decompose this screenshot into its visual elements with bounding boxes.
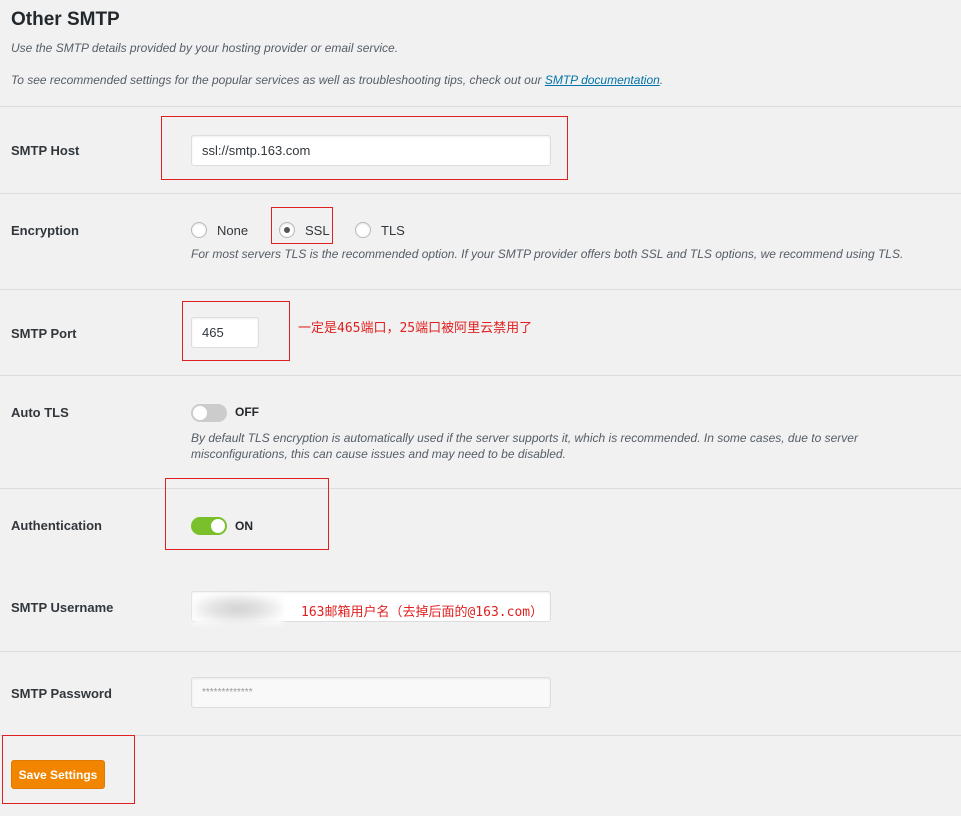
- radio-tls[interactable]: [355, 222, 371, 238]
- encryption-label: Encryption: [11, 223, 79, 238]
- divider: [0, 193, 961, 194]
- auto-tls-state: OFF: [235, 405, 259, 419]
- toggle-knob: [193, 406, 207, 420]
- encryption-hint: For most servers TLS is the recommended …: [191, 247, 904, 261]
- port-annotation: 一定是465端口，25端口被阿里云禁用了: [298, 321, 533, 336]
- auto-tls-label: Auto TLS: [11, 405, 69, 420]
- encryption-option-ssl[interactable]: SSL: [279, 222, 330, 238]
- username-annotation: 163邮箱用户名（去掉后面的@163.com）: [301, 605, 544, 620]
- smtp-host-label: SMTP Host: [11, 143, 80, 158]
- smtp-documentation-link[interactable]: SMTP documentation: [545, 73, 660, 87]
- smtp-password-input[interactable]: *************: [191, 677, 551, 708]
- authentication-toggle[interactable]: [191, 517, 227, 535]
- smtp-username-label: SMTP Username: [11, 600, 114, 615]
- divider: [0, 651, 961, 652]
- divider: [0, 289, 961, 290]
- authentication-state: ON: [235, 519, 253, 533]
- radio-ssl-label: SSL: [305, 222, 330, 238]
- auto-tls-hint-line2: misconfigurations, this can cause issues…: [191, 447, 566, 461]
- divider: [0, 735, 961, 736]
- authentication-label: Authentication: [11, 518, 102, 533]
- redacted-username: [193, 594, 283, 624]
- radio-ssl[interactable]: [279, 222, 295, 238]
- section-description: Use the SMTP details provided by your ho…: [11, 41, 399, 55]
- encryption-option-tls[interactable]: TLS: [355, 222, 405, 238]
- divider: [0, 488, 961, 489]
- save-settings-button[interactable]: Save Settings: [11, 760, 105, 789]
- auto-tls-hint-line1: By default TLS encryption is automatical…: [191, 431, 858, 445]
- smtp-password-label: SMTP Password: [11, 686, 112, 701]
- toggle-knob: [211, 519, 225, 533]
- section-title: Other SMTP: [11, 9, 120, 30]
- smtp-port-label: SMTP Port: [11, 326, 77, 341]
- radio-tls-label: TLS: [381, 222, 405, 238]
- divider: [0, 375, 961, 376]
- radio-none-label: None: [217, 222, 249, 238]
- auto-tls-toggle[interactable]: [191, 404, 227, 422]
- divider: [0, 106, 961, 107]
- encryption-option-none[interactable]: None: [191, 222, 248, 238]
- smtp-port-input[interactable]: 465: [191, 317, 259, 348]
- smtp-host-input[interactable]: ssl://smtp.163.com: [191, 135, 551, 166]
- radio-none[interactable]: [191, 222, 207, 238]
- docs-hint: To see recommended settings for the popu…: [11, 73, 664, 87]
